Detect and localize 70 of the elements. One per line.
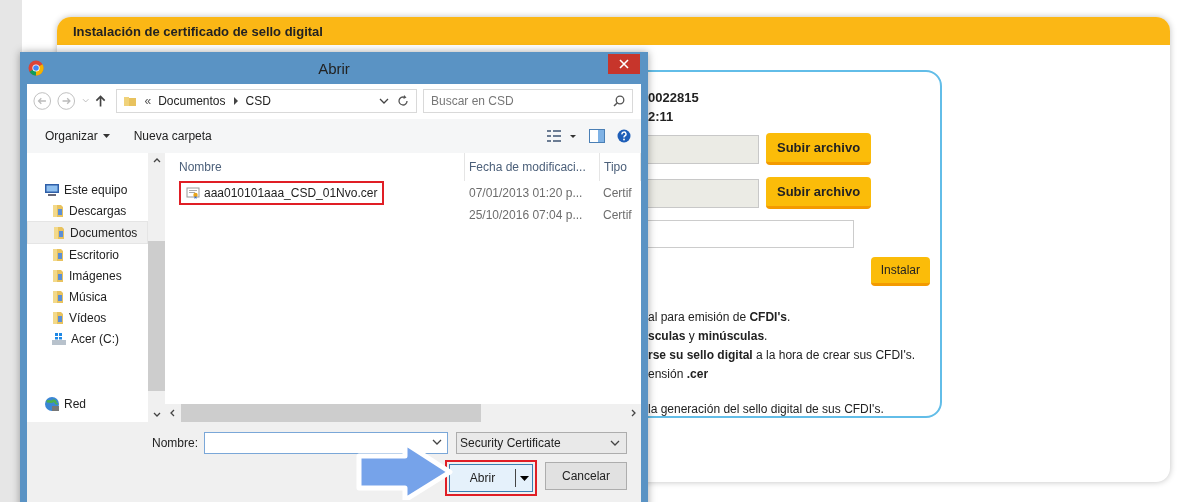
folder-icon <box>51 246 65 263</box>
file-date: 25/10/2016 07:04 p... <box>468 208 584 222</box>
instruction-text: la generación del sello digital de sus CFDI's. <box>648 401 885 418</box>
dialog-title: Abrir <box>318 59 350 77</box>
drive-icon <box>51 331 67 346</box>
info-text: 0022815 <box>648 89 700 107</box>
cancel-button[interactable]: Cancelar <box>545 462 627 490</box>
help-icon[interactable] <box>617 129 631 143</box>
folder-icon <box>51 202 65 219</box>
upload-button[interactable]: Subir archivo <box>766 177 872 209</box>
scrollbar[interactable] <box>148 153 165 422</box>
chevron-icon <box>232 97 239 105</box>
column-header[interactable]: Fecha de modificaci... <box>465 153 600 181</box>
folder-icon <box>51 309 65 326</box>
scroll-right-icon[interactable] <box>631 409 637 417</box>
column-header[interactable]: Nombre <box>175 153 465 181</box>
folder-icon <box>123 94 138 108</box>
search-icon <box>613 95 625 107</box>
sidebar-item[interactable]: Escritorio <box>27 244 148 265</box>
file-name[interactable]: aaa010101aaa_CSD_01Nvo.cer <box>179 181 385 205</box>
sidebar-item[interactable]: Este equipo <box>27 179 148 200</box>
scroll-down-icon[interactable] <box>152 412 161 418</box>
dropdown-icon[interactable] <box>432 439 442 446</box>
column-header[interactable]: Tipo <box>600 153 641 181</box>
scroll-left-icon[interactable] <box>169 409 175 417</box>
sidebar-item[interactable]: Imágenes <box>27 265 148 286</box>
globe-icon <box>44 395 60 412</box>
instruction-text: ensión .cer <box>648 366 710 383</box>
info-text: 2:11 <box>648 108 675 126</box>
name-label: Nombre: <box>152 436 198 450</box>
scrollbar[interactable] <box>165 404 641 422</box>
file-name-field[interactable] <box>204 432 448 454</box>
dropdown-icon <box>610 439 620 447</box>
caret-icon[interactable] <box>519 475 529 481</box>
new-folder-button[interactable]: Nueva carpeta <box>129 129 216 143</box>
preview-pane-icon[interactable] <box>589 129 605 143</box>
file-type: Certif <box>602 186 633 200</box>
sidebar-item[interactable]: Documentos <box>27 221 148 244</box>
install-button[interactable]: Instalar <box>870 257 930 286</box>
folder-icon <box>51 288 65 305</box>
sidebar-item[interactable]: Música <box>27 286 148 307</box>
instruction-text: sculas y minúsculas. <box>648 328 769 345</box>
folder-icon <box>52 224 66 241</box>
sidebar-item[interactable]: Vídeos <box>27 307 148 328</box>
folder-icon <box>51 267 65 284</box>
open-button[interactable]: Abrir <box>449 464 533 492</box>
computer-icon <box>44 182 60 197</box>
address-bar[interactable]: « Documentos CSD <box>116 89 417 113</box>
instruction-text: al para emisión de CFDI's. <box>648 309 792 326</box>
sidebar-item[interactable]: Descargas <box>27 200 148 221</box>
file-type-dropdown[interactable]: Security Certificate <box>456 432 627 454</box>
instruction-text: rse su sello digital a la hora de crear sus CFDI's. <box>648 347 917 364</box>
file-date: 07/01/2013 01:20 p... <box>468 186 584 200</box>
sidebar-item[interactable]: Acer (C:) <box>27 328 148 349</box>
up-arrow-icon[interactable] <box>95 94 107 108</box>
close-icon <box>619 59 629 69</box>
certificate-icon <box>186 186 200 200</box>
refresh-icon[interactable] <box>396 94 410 108</box>
view-options-icon[interactable] <box>547 129 577 143</box>
sidebar-item[interactable]: Red <box>27 393 148 414</box>
scroll-up-icon[interactable] <box>152 157 161 163</box>
search-field[interactable]: Buscar en CSD <box>423 89 633 113</box>
page-title: Instalación de certificado de sello digital <box>73 23 323 39</box>
upload-button[interactable]: Subir archivo <box>766 133 872 165</box>
close-button[interactable] <box>608 54 640 74</box>
browser-icon <box>28 60 44 76</box>
file-type: Certif <box>602 208 633 222</box>
dropdown-icon[interactable] <box>379 97 389 105</box>
caret-icon <box>102 134 110 138</box>
organize-button[interactable]: Organizar <box>41 129 114 143</box>
